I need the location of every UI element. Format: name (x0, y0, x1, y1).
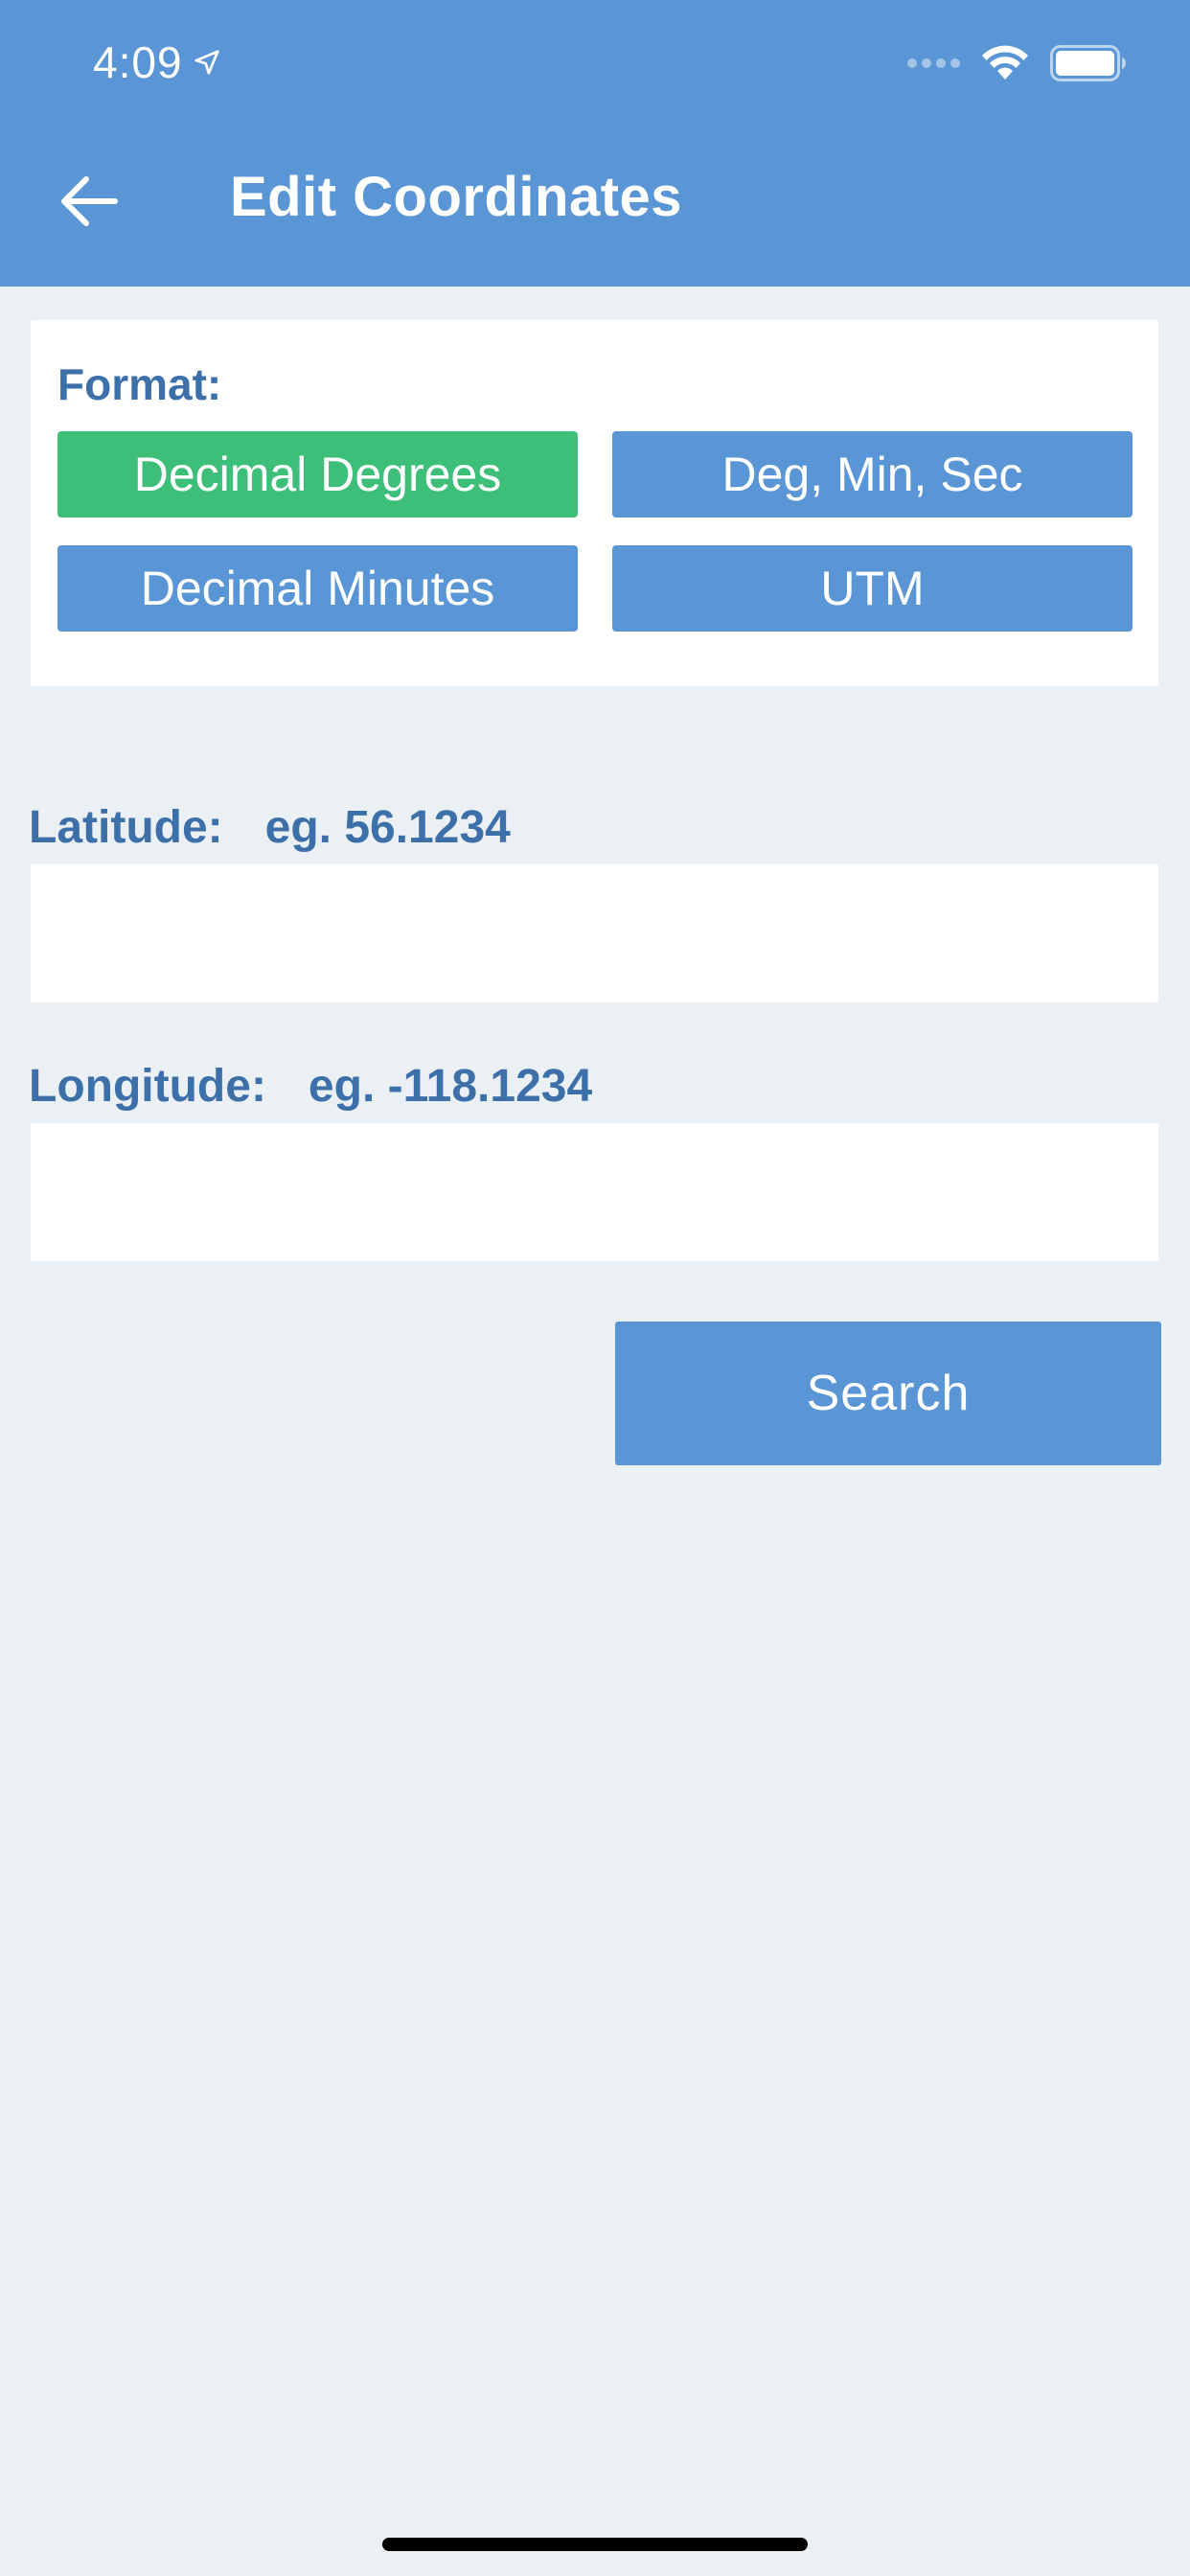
format-utm-button[interactable]: UTM (612, 545, 1133, 632)
longitude-input[interactable] (31, 1123, 1158, 1261)
latitude-label: Latitude: eg. 56.1234 (29, 801, 511, 854)
cellular-signal-icon (907, 58, 960, 68)
format-decimal-degrees-button[interactable]: Decimal Degrees (57, 431, 578, 518)
latitude-hint: eg. 56.1234 (264, 802, 511, 853)
location-arrow-icon (193, 48, 221, 77)
latitude-label-text: Latitude: (29, 802, 223, 853)
format-label: Format: (57, 359, 222, 409)
longitude-label: Longitude: eg. -118.1234 (29, 1060, 592, 1113)
back-button[interactable] (50, 165, 126, 242)
wifi-icon (981, 45, 1029, 81)
status-bar-time: 4:09 (93, 36, 221, 88)
app-header: 4:09 Edit Coordinates (0, 0, 1190, 287)
home-indicator[interactable] (382, 2538, 808, 2551)
format-card: Format: Decimal Degrees Deg, Min, Sec De… (31, 320, 1158, 686)
status-bar-indicators (907, 45, 1127, 81)
search-button[interactable]: Search (615, 1322, 1161, 1465)
format-deg-min-sec-button[interactable]: Deg, Min, Sec (612, 431, 1133, 518)
status-time-text: 4:09 (93, 37, 183, 87)
longitude-hint: eg. -118.1234 (308, 1061, 593, 1112)
arrow-left-icon (57, 174, 119, 233)
page-title: Edit Coordinates (230, 166, 683, 228)
format-decimal-minutes-button[interactable]: Decimal Minutes (57, 545, 578, 632)
longitude-label-text: Longitude: (29, 1061, 266, 1112)
battery-icon (1050, 45, 1127, 81)
latitude-input[interactable] (31, 864, 1158, 1002)
